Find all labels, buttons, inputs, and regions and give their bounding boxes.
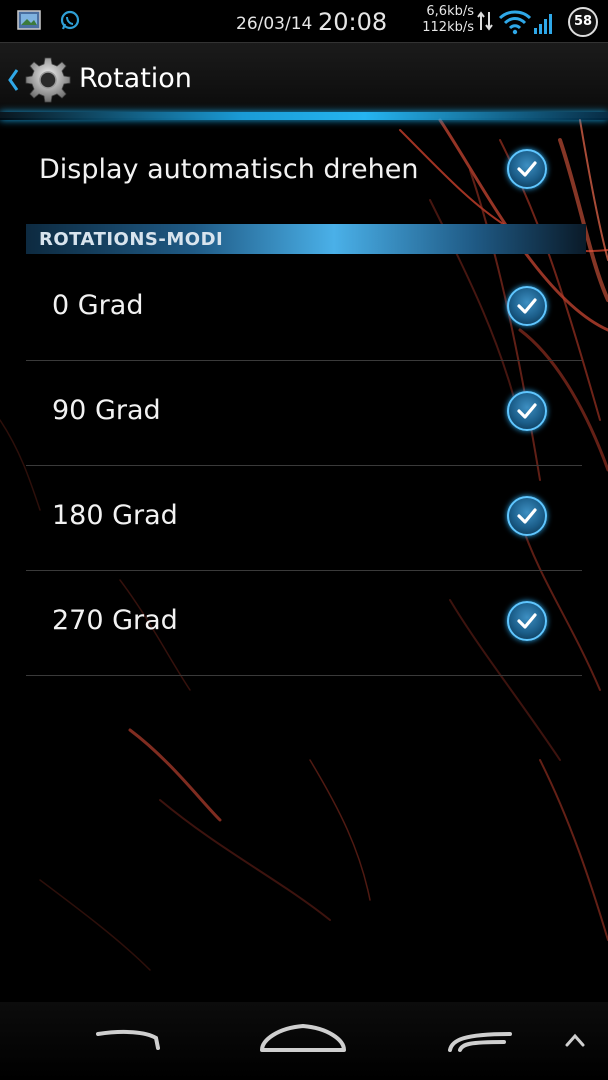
menu-up-icon[interactable]: [564, 1032, 586, 1048]
back-chevron-icon[interactable]: [6, 66, 20, 94]
list-item-mode-90[interactable]: 90 Grad: [0, 361, 608, 466]
auto-rotate-checkbox[interactable]: [507, 149, 547, 189]
list-item-mode-0[interactable]: 0 Grad: [0, 256, 608, 361]
upload-speed: 6,6kb/s: [426, 4, 474, 19]
page-title: Rotation: [79, 63, 192, 94]
status-bar: 26/03/14 20:08 6,6kb/s 112kb/s 58: [0, 0, 608, 42]
auto-rotate-label: Display automatisch drehen: [39, 154, 419, 185]
list-divider: [26, 675, 582, 676]
mode-checkbox[interactable]: [507, 391, 547, 431]
battery-indicator: 58: [568, 7, 598, 37]
mode-label: 90 Grad: [52, 395, 161, 426]
checkmark-icon: [517, 613, 537, 629]
status-time: 20:08: [318, 8, 388, 36]
list-item-mode-180[interactable]: 180 Grad: [0, 466, 608, 571]
auto-rotate-setting[interactable]: Display automatisch drehen: [0, 122, 608, 220]
section-header: ROTATIONS-MODI: [26, 224, 586, 254]
network-speed: 6,6kb/s 112kb/s: [418, 4, 474, 36]
signal-wifi-icon: [498, 10, 552, 35]
back-icon[interactable]: [94, 1026, 164, 1056]
checkmark-icon: [517, 403, 537, 419]
whatsapp-icon: [60, 10, 80, 30]
mode-checkbox[interactable]: [507, 496, 547, 536]
gallery-icon: [17, 10, 41, 30]
mode-label: 0 Grad: [52, 290, 144, 321]
home-icon[interactable]: [256, 1020, 350, 1060]
download-speed: 112kb/s: [422, 20, 474, 35]
action-bar-divider: [0, 112, 608, 120]
data-transfer-icon: [477, 11, 493, 31]
checkmark-icon: [517, 298, 537, 314]
recent-apps-icon[interactable]: [444, 1026, 514, 1056]
status-date: 26/03/14: [236, 14, 313, 34]
mode-checkbox[interactable]: [507, 286, 547, 326]
settings-gear-icon[interactable]: [24, 56, 72, 104]
checkmark-icon: [517, 508, 537, 524]
mode-label: 270 Grad: [52, 605, 178, 636]
mode-checkbox[interactable]: [507, 601, 547, 641]
battery-level: 58: [573, 14, 593, 29]
section-header-label: ROTATIONS-MODI: [39, 229, 224, 250]
checkmark-icon: [517, 161, 537, 177]
mode-label: 180 Grad: [52, 500, 178, 531]
list-item-mode-270[interactable]: 270 Grad: [0, 571, 608, 676]
